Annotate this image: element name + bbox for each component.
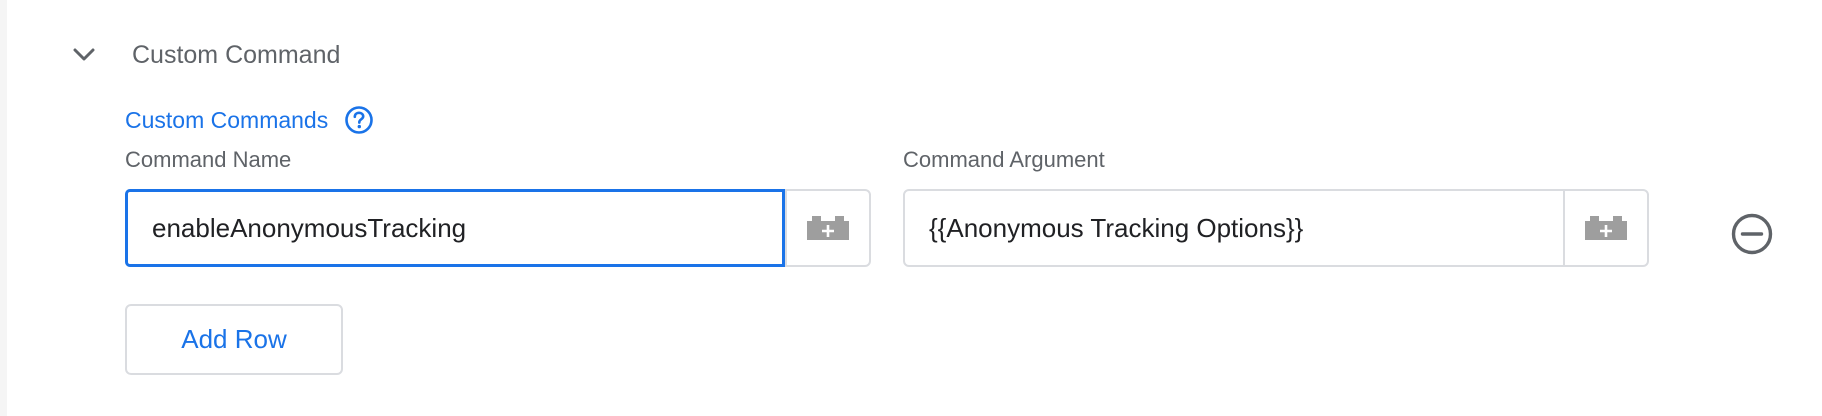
chevron-down-icon[interactable] <box>69 40 99 70</box>
section-title[interactable]: Custom Command <box>132 38 340 72</box>
lego-block-plus-icon <box>1585 216 1627 240</box>
command-name-field: enableAnonymousTracking <box>125 189 871 267</box>
custom-commands-header: Custom Commands <box>125 104 374 136</box>
command-argument-column-header: Command Argument <box>903 147 1105 172</box>
custom-commands-label: Custom Commands <box>125 107 329 133</box>
add-row-button[interactable]: Add Row <box>125 304 343 375</box>
lego-block-plus-icon <box>807 216 849 240</box>
help-icon[interactable] <box>344 105 374 135</box>
command-argument-field: {{Anonymous Tracking Options}} <box>903 189 1649 267</box>
remove-row-button[interactable] <box>1730 212 1774 256</box>
command-argument-input[interactable]: {{Anonymous Tracking Options}} <box>905 191 1563 265</box>
minus-circle-icon <box>1731 213 1773 255</box>
command-name-column-header: Command Name <box>125 147 292 172</box>
command-name-input[interactable]: enableAnonymousTracking <box>125 189 785 267</box>
custom-command-section: Custom Command Custom Commands Command N… <box>7 0 1822 416</box>
insert-variable-button[interactable] <box>1563 191 1647 265</box>
insert-variable-button[interactable] <box>785 191 869 265</box>
